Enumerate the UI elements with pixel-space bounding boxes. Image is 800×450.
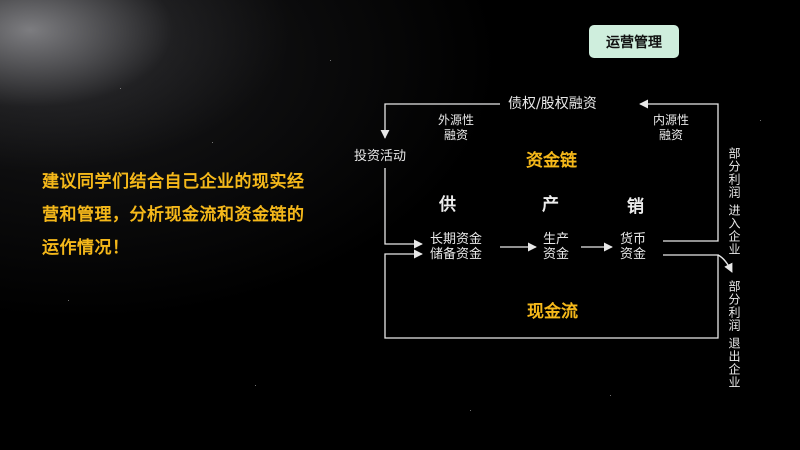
internal-source-line2: 融资	[659, 128, 684, 142]
production-line1: 生产	[543, 232, 570, 247]
retained-col2: 进入企业	[727, 203, 741, 256]
financing-label: 债权/股权融资	[508, 96, 597, 112]
investment-label: 投资活动	[354, 149, 407, 164]
produce-label: 产	[542, 195, 559, 215]
withdrawn-col2: 退出企业	[727, 336, 741, 389]
production-funds-label: 生产 资金	[543, 232, 569, 262]
long-term-line1: 长期资金	[430, 232, 483, 247]
supply-label: 供	[439, 195, 456, 215]
capital-chain-label: 资金链	[526, 151, 577, 171]
internal-source-line1: 内源性	[653, 113, 690, 127]
long-term-line2: 储备资金	[430, 247, 483, 262]
cash-flow-label: 现金流	[527, 302, 578, 322]
sell-label: 销	[627, 197, 644, 217]
external-source-line1: 外源性	[438, 113, 475, 127]
withdrawn-col1: 部分利润	[727, 280, 741, 332]
currency-line2: 资金	[620, 247, 647, 262]
external-source-label: 外源性 融资	[438, 113, 474, 143]
external-source-line2: 融资	[444, 128, 469, 142]
withdrawn-profit-label: 部分利润 退出企业	[727, 280, 741, 389]
currency-line1: 货币	[620, 232, 647, 247]
internal-source-label: 内源性 融资	[653, 113, 689, 143]
flow-diagram	[380, 99, 733, 339]
investment-to-funds-line	[384, 168, 423, 249]
long-term-funds-label: 长期资金 储备资金	[430, 232, 482, 262]
retained-profit-label: 部分利润 进入企业	[727, 147, 741, 256]
retained-col1: 部分利润	[727, 147, 741, 199]
currency-funds-label: 货币 资金	[620, 232, 646, 262]
cash-flow-loop	[384, 249, 719, 339]
production-line2: 资金	[543, 247, 570, 262]
profit-exit-arrow	[717, 254, 733, 273]
